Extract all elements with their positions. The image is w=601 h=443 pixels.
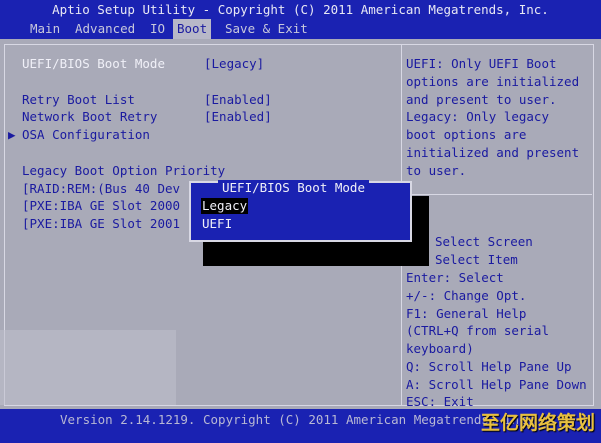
legacy-priority-heading: Legacy Boot Option Priority bbox=[22, 163, 226, 178]
retry-boot-value[interactable]: [Enabled] bbox=[204, 91, 272, 109]
uefi-bios-mode-value[interactable]: [Legacy] bbox=[204, 55, 264, 73]
key-hint: Select Screen bbox=[435, 234, 533, 249]
help-divider bbox=[402, 194, 592, 195]
network-retry-value[interactable]: [Enabled] bbox=[204, 108, 272, 126]
key-hint: Q: Scroll Help Pane Up bbox=[406, 359, 572, 374]
boot-option-1[interactable]: [RAID:REM:(Bus 40 Dev bbox=[22, 180, 180, 198]
key-hint: +/-: Change Opt. bbox=[406, 288, 527, 303]
watermark-text: 至亿网络策划 bbox=[480, 412, 595, 434]
key-hint: Enter: Select bbox=[406, 270, 504, 285]
tab-main[interactable]: Main bbox=[30, 19, 60, 39]
help-line: Legacy: Only legacy bbox=[406, 109, 549, 124]
osa-configuration[interactable]: OSA Configuration bbox=[22, 126, 150, 144]
help-line: boot options are bbox=[406, 127, 527, 142]
network-retry-label[interactable]: Network Boot Retry bbox=[22, 108, 157, 126]
popup-title: UEFI/BIOS Boot Mode bbox=[218, 180, 369, 196]
menu-bar: Main Advanced IO Boot Save & Exit bbox=[0, 19, 601, 39]
window-title: Aptio Setup Utility - Copyright (C) 2011… bbox=[0, 0, 601, 19]
key-hint: keyboard) bbox=[406, 341, 474, 356]
tab-boot[interactable]: Boot bbox=[173, 19, 212, 39]
key-hint: Select Item bbox=[435, 252, 518, 267]
help-line: options are initialized bbox=[406, 74, 580, 89]
help-line: initialized and present bbox=[406, 145, 580, 160]
help-line: to user. bbox=[406, 163, 467, 178]
popup-option-legacy[interactable]: Legacy bbox=[201, 198, 249, 214]
tab-io[interactable]: IO bbox=[150, 19, 165, 39]
submenu-arrow-icon: ▶ bbox=[8, 127, 16, 142]
tab-save-exit[interactable]: Save & Exit bbox=[225, 19, 308, 39]
boot-option-3[interactable]: [PXE:IBA GE Slot 2001 bbox=[22, 215, 180, 233]
retry-boot-label[interactable]: Retry Boot List bbox=[22, 91, 135, 109]
help-line: UEFI: Only UEFI Boot bbox=[406, 56, 557, 71]
image-artifact bbox=[0, 330, 176, 405]
tab-advanced[interactable]: Advanced bbox=[75, 19, 135, 39]
boot-option-2[interactable]: [PXE:IBA GE Slot 2000 bbox=[22, 197, 180, 215]
help-line: and present to user. bbox=[406, 92, 557, 107]
popup-option-uefi[interactable]: UEFI bbox=[202, 216, 232, 232]
uefi-bios-mode-label[interactable]: UEFI/BIOS Boot Mode bbox=[22, 55, 165, 73]
key-hint: F1: General Help bbox=[406, 306, 527, 321]
key-hint: (CTRL+Q from serial bbox=[406, 323, 549, 338]
key-hint: A: Scroll Help Pane Down bbox=[406, 377, 587, 392]
version-text: Version 2.14.1219. Copyright (C) 2011 Am… bbox=[60, 412, 535, 427]
